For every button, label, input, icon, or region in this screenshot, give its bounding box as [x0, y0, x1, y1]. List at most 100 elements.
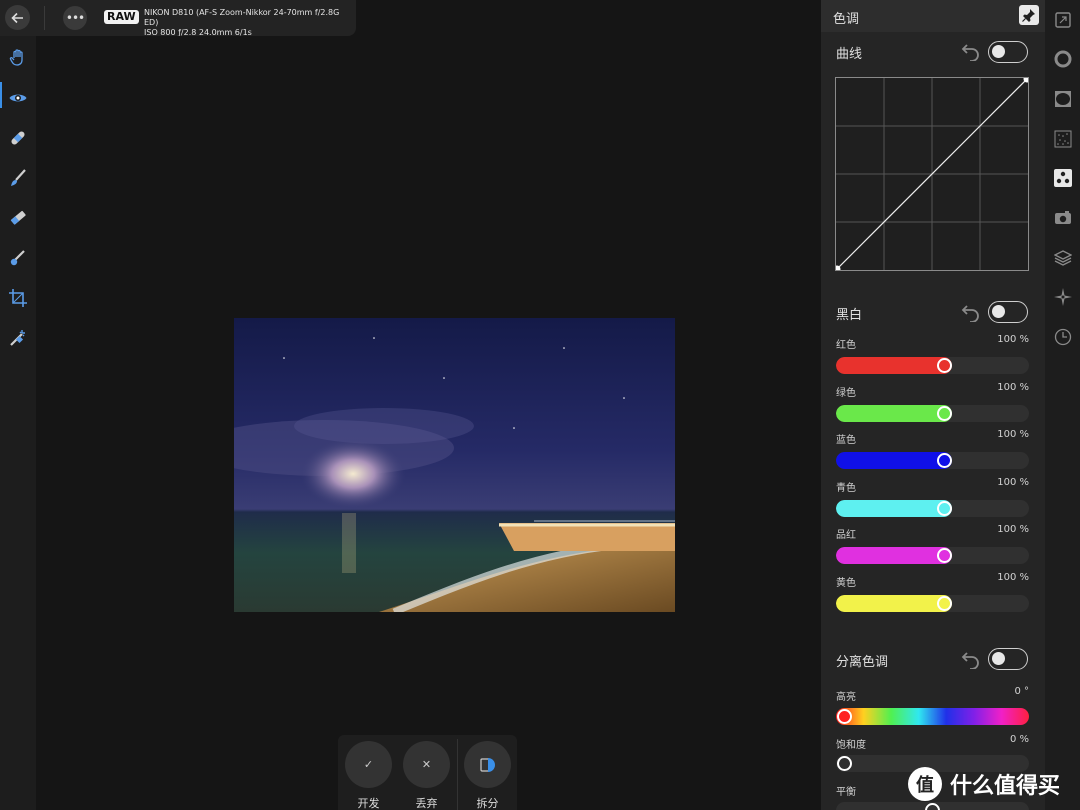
- tone-icon: [1054, 169, 1072, 187]
- bw-slider-track[interactable]: [836, 595, 1029, 612]
- watermark-text: 什么值得买: [950, 774, 1061, 799]
- expand-icon: [1055, 12, 1071, 28]
- panel-title: 色调: [833, 12, 860, 27]
- hand-icon: [9, 49, 23, 66]
- gradient-brush-tool[interactable]: [4, 244, 32, 272]
- balance-knob[interactable]: [925, 803, 940, 810]
- curves-section-title: 曲线: [836, 47, 863, 62]
- watermark-logo: 值: [908, 767, 942, 801]
- bw-slider-knob[interactable]: [937, 358, 952, 373]
- bw-section-title: 黑白: [836, 308, 863, 323]
- photo-preview[interactable]: [234, 318, 675, 612]
- curves-grid: [833, 75, 1031, 273]
- bw-slider-knob[interactable]: [937, 500, 952, 516]
- curves-graph[interactable]: [833, 75, 1031, 273]
- layers-tool[interactable]: [1052, 247, 1074, 269]
- vignette-icon: [1055, 91, 1071, 107]
- split-view-label: 拆分: [476, 797, 499, 810]
- highlight-hue-knob[interactable]: [837, 709, 852, 724]
- bottom-divider: [457, 739, 458, 810]
- more-icon: •••: [65, 11, 85, 25]
- develop-button[interactable]: ✓: [345, 741, 392, 788]
- navigator-tool[interactable]: [1052, 9, 1074, 31]
- tones-tool[interactable]: [1052, 167, 1074, 189]
- camera-icon: [1055, 211, 1071, 224]
- red-eye-tool[interactable]: [4, 84, 32, 112]
- bw-reset-icon[interactable]: [961, 304, 981, 322]
- saturation-value: 0 %: [1009, 734, 1029, 745]
- history-tool[interactable]: [1052, 326, 1074, 348]
- bw-slider-fill: [836, 547, 952, 565]
- bw-slider-value: 100 %: [997, 334, 1029, 345]
- bottom-action-bar: ✓ 开发 ✕ 丢弃 拆分: [338, 735, 517, 810]
- noise-icon: [1054, 130, 1072, 148]
- bw-slider-knob[interactable]: [937, 405, 952, 421]
- bw-slider-fill: [836, 499, 952, 517]
- bw-slider-value: 100 %: [997, 429, 1029, 441]
- toggle-knob: [992, 305, 1005, 318]
- split-tone-section-title: 分离色调: [836, 655, 889, 670]
- bw-slider-track[interactable]: [836, 547, 1029, 565]
- bw-slider-track[interactable]: [836, 357, 1029, 374]
- bw-slider-track[interactable]: [836, 452, 1029, 470]
- bw-slider-label: 青色: [836, 482, 856, 494]
- more-button[interactable]: •••: [63, 6, 87, 30]
- dropper-brush-icon: [10, 250, 25, 266]
- saturation-knob[interactable]: [837, 756, 852, 771]
- bw-slider-value: 100 %: [997, 572, 1029, 583]
- bw-slider-value: 100 %: [997, 524, 1029, 536]
- noise-tool[interactable]: [1052, 128, 1074, 150]
- vignette-tool[interactable]: [1052, 88, 1074, 110]
- toggle-knob: [992, 45, 1005, 58]
- highlight-value: 0 °: [1014, 686, 1029, 697]
- toggle-knob: [992, 652, 1005, 665]
- bw-slider-track[interactable]: [836, 499, 1029, 517]
- panel-header: 色调: [821, 0, 1045, 32]
- split-tone-toggle[interactable]: [988, 648, 1028, 670]
- bw-slider-label: 绿色: [836, 387, 856, 399]
- split-tone-reset-icon[interactable]: [961, 651, 981, 669]
- bw-slider-value: 100 %: [997, 381, 1029, 393]
- camera-info: NIKON D810 (AF-S Zoom-Nikkor 24-70mm f/2…: [144, 8, 356, 38]
- lens-tool[interactable]: [1052, 207, 1074, 229]
- brush-tool[interactable]: [4, 164, 32, 192]
- curves-toggle[interactable]: [988, 41, 1028, 63]
- active-tool-indicator: [0, 82, 2, 108]
- curves-reset-icon[interactable]: [961, 43, 981, 61]
- split-view-icon: [479, 757, 495, 772]
- history-icon: [1054, 328, 1072, 346]
- bw-toggle[interactable]: [988, 301, 1028, 323]
- healing-tool[interactable]: [4, 124, 32, 152]
- night-seascape-image: [234, 318, 675, 612]
- focus-tool[interactable]: [1052, 286, 1074, 308]
- color-wheel-icon: [1054, 50, 1072, 68]
- discard-button[interactable]: ✕: [403, 741, 450, 788]
- white-balance-tool[interactable]: [4, 324, 32, 352]
- eye-icon: [9, 94, 27, 102]
- hand-tool[interactable]: [4, 44, 32, 72]
- develop-label: 开发: [357, 797, 380, 810]
- pin-button[interactable]: [1019, 5, 1039, 25]
- crop-icon: [9, 289, 27, 307]
- split-view-button[interactable]: [464, 741, 511, 788]
- bw-slider-label: 黄色: [836, 578, 856, 589]
- adjustment-panel: 色调 曲线 黑白 分离色调 高亮 0 ° 饱和度 0 % 平衡 红色 100 %…: [821, 0, 1045, 810]
- highlight-hue-slider[interactable]: [836, 708, 1029, 725]
- back-arrow-icon: [10, 12, 23, 23]
- bw-slider-fill: [836, 595, 952, 612]
- raw-badge: RAW: [104, 10, 139, 24]
- layers-icon: [1054, 250, 1072, 266]
- crop-tool[interactable]: [4, 284, 32, 312]
- watermark: 值 什么值得买: [908, 764, 1076, 804]
- bw-slider-knob[interactable]: [937, 596, 952, 611]
- back-button[interactable]: [5, 5, 30, 30]
- wand-icon: [10, 330, 25, 346]
- bw-slider-label: 红色: [836, 340, 856, 351]
- bw-slider-label: 品红: [836, 530, 856, 542]
- compass-icon: [1054, 288, 1072, 306]
- eraser-tool[interactable]: [4, 204, 32, 232]
- bw-slider-label: 蓝色: [836, 435, 856, 447]
- color-tool[interactable]: [1052, 48, 1074, 70]
- brush-icon: [11, 169, 26, 186]
- bw-slider-track[interactable]: [836, 404, 1029, 422]
